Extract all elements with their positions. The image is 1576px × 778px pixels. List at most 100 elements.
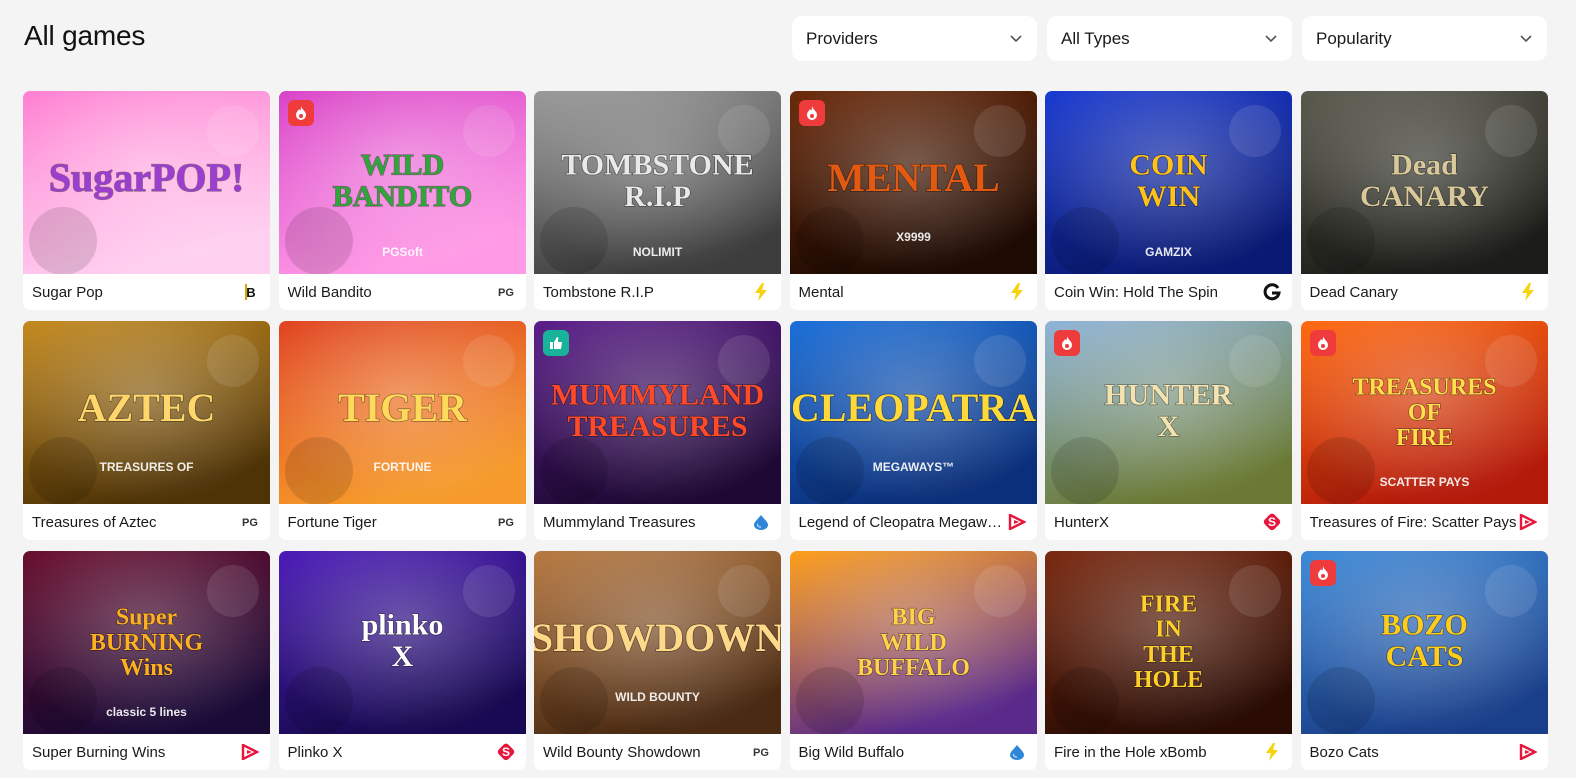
game-artwork: HUNTER X	[1045, 321, 1292, 504]
game-caption[interactable]: Dead Canary	[1300, 274, 1548, 310]
game-caption[interactable]: Treasures of Fire: Scatter Pays	[1300, 504, 1548, 540]
game-caption[interactable]: Wild Bandito PG	[278, 274, 526, 310]
provider-drop-icon	[1006, 742, 1028, 762]
game-caption[interactable]: Sugar Pop B	[23, 274, 270, 310]
game-caption[interactable]: HunterX S	[1045, 504, 1292, 540]
game-card[interactable]: AZTEC TREASURES OF Treasures of Aztec PG	[23, 321, 270, 540]
svg-text:CLEOPATRA: CLEOPATRA	[790, 385, 1035, 430]
game-caption[interactable]: Fire in the Hole xBomb	[1045, 734, 1292, 770]
game-title: Fire in the Hole xBomb	[1054, 743, 1207, 761]
game-thumbnail[interactable]: plinko X	[278, 551, 526, 734]
svg-text:COINWIN: COIN WIN	[1129, 149, 1208, 214]
game-card[interactable]: FIRE IN THE HOLE Fire in the Hole xBomb	[1045, 551, 1292, 770]
svg-text:X9999: X9999	[896, 230, 931, 244]
game-card[interactable]: plinko X Plinko X S	[278, 551, 526, 770]
provider-play-triangle-icon	[1517, 742, 1539, 762]
game-card[interactable]: Dead CANARY Dead Canary	[1300, 91, 1548, 310]
chevron-down-icon	[1010, 35, 1022, 43]
svg-text:MEGAWAYS™: MEGAWAYS™	[872, 460, 954, 474]
hot-badge-icon	[1054, 330, 1080, 356]
game-title: Treasures of Aztec	[32, 513, 157, 531]
game-title: Wild Bandito	[287, 283, 372, 301]
hot-badge-icon	[287, 100, 314, 126]
game-thumbnail[interactable]: AZTEC TREASURES OF	[23, 321, 270, 504]
game-title: Sugar Pop	[32, 283, 103, 301]
game-artwork: COIN WIN GAMZIX	[1045, 91, 1292, 274]
sort-dropdown[interactable]: Popularity	[1302, 16, 1547, 61]
game-artwork: FIRE IN THE HOLE	[1045, 551, 1292, 734]
game-card[interactable]: COIN WIN GAMZIX Coin Win: Hold The Spin	[1045, 91, 1292, 310]
providers-dropdown[interactable]: Providers	[792, 16, 1037, 61]
provider-drop-icon	[750, 512, 772, 532]
game-thumbnail[interactable]: SHOWDOWN WILD BOUNTY	[534, 551, 781, 734]
svg-text:PG: PG	[498, 517, 514, 529]
game-caption[interactable]: Super Burning Wins	[23, 734, 270, 770]
game-thumbnail[interactable]: MUMMYLAND TREASURES	[534, 321, 781, 504]
game-artwork: AZTEC TREASURES OF	[23, 321, 270, 504]
game-thumbnail[interactable]: FIRE IN THE HOLE	[1045, 551, 1292, 734]
provider-pg-icon: PG	[495, 512, 517, 532]
game-caption[interactable]: Wild Bounty Showdown PG	[534, 734, 781, 770]
game-thumbnail[interactable]: TREASURES OF FIRE SCATTER PAYS	[1300, 321, 1548, 504]
game-card[interactable]: BIG WILD BUFFALO Big Wild Buffalo	[789, 551, 1037, 770]
game-thumbnail[interactable]: BIG WILD BUFFALO	[789, 551, 1037, 734]
games-header: All games Providers All Types Popularity	[24, 14, 1554, 62]
game-thumbnail[interactable]: CLEOPATRA MEGAWAYS™	[789, 321, 1037, 504]
game-thumbnail[interactable]: COIN WIN GAMZIX	[1045, 91, 1292, 274]
svg-text:PG: PG	[753, 747, 769, 759]
game-card[interactable]: TIGER FORTUNE Fortune Tiger PG	[278, 321, 526, 540]
thumbs-up-badge-icon	[543, 330, 569, 356]
game-thumbnail[interactable]: BOZO CATS	[1300, 551, 1548, 734]
game-thumbnail[interactable]: SugarPOP!	[23, 91, 270, 274]
provider-play-triangle-icon	[239, 742, 261, 762]
svg-text:GAMZIX: GAMZIX	[1145, 245, 1192, 259]
svg-text:MUMMYLANDTREASURES: MUMMYLAND TREASURES	[551, 379, 764, 444]
provider-s-icon: S	[1261, 512, 1283, 532]
game-caption[interactable]: Plinko X S	[278, 734, 526, 770]
game-caption[interactable]: Mental	[789, 274, 1037, 310]
game-thumbnail[interactable]: WILD BANDITO PGSoft	[278, 91, 526, 274]
game-thumbnail[interactable]: Super BURNING Wins classic 5 lines	[23, 551, 270, 734]
game-card[interactable]: SHOWDOWN WILD BOUNTY Wild Bounty Showdow…	[534, 551, 781, 770]
game-thumbnail[interactable]: MENTAL X9999	[789, 91, 1037, 274]
game-caption[interactable]: Treasures of Aztec PG	[23, 504, 270, 540]
game-card[interactable]: SugarPOP! Sugar Pop B	[23, 91, 270, 310]
svg-text:FORTUNE: FORTUNE	[373, 460, 431, 474]
game-thumbnail[interactable]: TIGER FORTUNE	[278, 321, 526, 504]
game-card[interactable]: HUNTER X HunterX S	[1045, 321, 1292, 540]
game-caption[interactable]: Fortune Tiger PG	[278, 504, 526, 540]
hot-badge-icon	[1309, 560, 1336, 586]
game-thumbnail[interactable]: TOMBSTONE R.I.P NOLIMIT	[534, 91, 781, 274]
game-card[interactable]: MENTAL X9999 Mental	[789, 91, 1037, 310]
types-dropdown-label: All Types	[1061, 28, 1130, 48]
game-caption[interactable]: Legend of Cleopatra Megaways	[789, 504, 1037, 540]
svg-text:MENTAL: MENTAL	[827, 155, 1000, 200]
game-caption[interactable]: Mummyland Treasures	[534, 504, 781, 540]
game-caption[interactable]: Bozo Cats	[1300, 734, 1548, 770]
game-card[interactable]: Super BURNING Wins classic 5 lines Super B…	[23, 551, 270, 770]
game-card[interactable]: TOMBSTONE R.I.P NOLIMIT Tombstone R.I.P	[534, 91, 781, 310]
game-card[interactable]: MUMMYLAND TREASURES Mummyland Treasures	[534, 321, 781, 540]
game-card[interactable]: TREASURES OF FIRE SCATTER PAYS Treasures o…	[1300, 321, 1548, 540]
game-artwork: WILD BANDITO PGSoft	[278, 91, 526, 274]
provider-play-triangle-icon	[1006, 512, 1028, 532]
game-caption[interactable]: Tombstone R.I.P	[534, 274, 781, 310]
game-artwork: SugarPOP!	[23, 91, 270, 274]
svg-text:AZTEC: AZTEC	[78, 385, 216, 430]
game-title: Coin Win: Hold The Spin	[1054, 283, 1218, 301]
provider-g-icon	[1261, 282, 1283, 302]
game-card[interactable]: CLEOPATRA MEGAWAYS™ Legend of Cleopatra …	[789, 321, 1037, 540]
game-artwork: TREASURES OF FIRE SCATTER PAYS	[1300, 321, 1548, 504]
svg-text:B: B	[246, 285, 255, 300]
game-thumbnail[interactable]: Dead CANARY	[1300, 91, 1548, 274]
svg-text:TREASURES OF: TREASURES OF	[99, 460, 193, 474]
svg-text:SHOWDOWN: SHOWDOWN	[534, 615, 781, 660]
game-caption[interactable]: Big Wild Buffalo	[789, 734, 1037, 770]
types-dropdown[interactable]: All Types	[1047, 16, 1292, 61]
game-thumbnail[interactable]: HUNTER X	[1045, 321, 1292, 504]
game-title: Legend of Cleopatra Megaways	[798, 513, 1006, 531]
game-card[interactable]: BOZO CATS Bozo Cats	[1300, 551, 1548, 770]
game-card[interactable]: WILD BANDITO PGSoft Wild Bandito PG	[278, 91, 526, 310]
game-caption[interactable]: Coin Win: Hold The Spin	[1045, 274, 1292, 310]
hot-badge-icon	[798, 100, 825, 126]
